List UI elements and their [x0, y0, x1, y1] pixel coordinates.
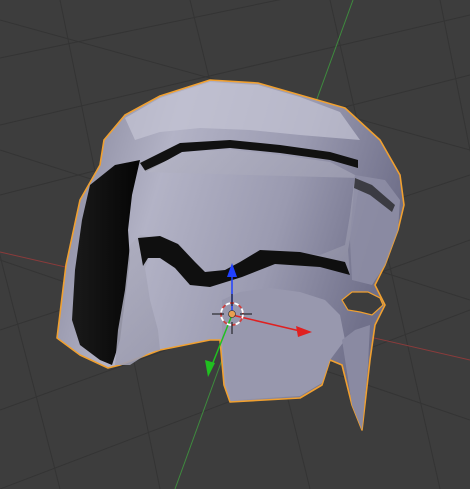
jaw-plate[interactable]	[222, 288, 345, 400]
object-origin	[228, 310, 236, 318]
helmet-mesh[interactable]	[56, 79, 405, 431]
3d-viewport[interactable]	[0, 0, 470, 489]
